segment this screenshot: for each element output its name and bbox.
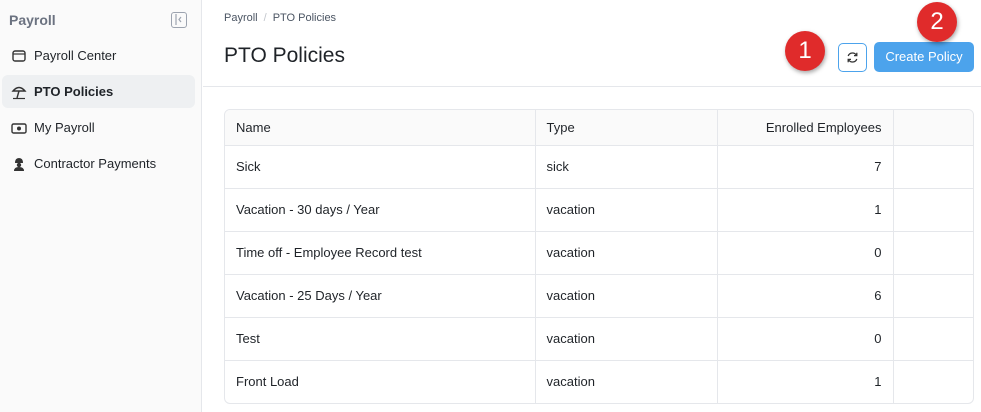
beach-umbrella-icon [11,84,27,100]
cell-enrolled: 1 [717,360,894,403]
sidebar-title: Payroll [9,12,56,28]
cell-enrolled: 1 [717,188,894,232]
cell-actions [893,188,973,232]
refresh-button[interactable] [838,43,867,72]
sidebar-item-label: PTO Policies [34,84,114,99]
breadcrumb-root[interactable]: Payroll [224,12,258,24]
money-icon [11,120,27,136]
callout-badge-1: 1 [785,31,825,71]
main-content: Payroll / PTO Policies PTO Policies Create… [203,0,981,412]
contractor-icon [11,156,27,172]
page-title: PTO Policies [224,44,345,67]
wallet-icon [11,48,27,64]
header-divider [203,86,981,87]
cell-enrolled: 6 [717,274,894,318]
callout-badge-2: 2 [917,2,957,42]
sidebar-item-pto-policies[interactable]: PTO Policies [2,75,195,108]
column-header-actions [893,110,973,146]
cell-name: Vacation - 30 days / Year [225,188,536,232]
cell-name: Time off - Employee Record test [225,231,536,275]
sidebar-item-my-payroll[interactable]: My Payroll [2,111,195,144]
cell-enrolled: 0 [717,231,894,275]
cell-type: vacation [535,317,718,361]
refresh-icon [847,52,858,63]
pto-policies-table: Name Type Enrolled Employees Sick sick 7… [224,109,974,404]
cell-type: vacation [535,188,718,232]
table-header-row: Name Type Enrolled Employees [225,110,973,146]
sidebar-item-label: My Payroll [34,120,95,135]
create-policy-button[interactable]: Create Policy [874,42,974,72]
breadcrumb: Payroll / PTO Policies [224,12,336,24]
collapse-sidebar-icon[interactable] [171,12,187,28]
cell-actions [893,145,973,189]
column-header-type[interactable]: Type [535,110,718,146]
cell-actions [893,231,973,275]
table-row[interactable]: Front Load vacation 1 [225,360,973,403]
column-header-name[interactable]: Name [225,110,536,146]
cell-name: Vacation - 25 Days / Year [225,274,536,318]
table-row[interactable]: Vacation - 25 Days / Year vacation 6 [225,274,973,318]
cell-actions [893,274,973,318]
table-row[interactable]: Sick sick 7 [225,145,973,189]
breadcrumb-current: PTO Policies [272,12,337,24]
sidebar-item-label: Payroll Center [34,48,117,63]
cell-type: sick [535,145,718,189]
sidebar-item-label: Contractor Payments [34,156,157,171]
cell-actions [893,317,973,361]
cell-enrolled: 7 [717,145,894,189]
cell-name: Sick [225,145,536,189]
cell-name: Test [225,317,536,361]
sidebar-item-contractor-payments[interactable]: Contractor Payments [2,147,195,180]
sidebar-item-payroll-center[interactable]: Payroll Center [2,39,195,72]
table-row[interactable]: Test vacation 0 [225,317,973,361]
column-header-enrolled-employees[interactable]: Enrolled Employees [717,110,894,146]
cell-type: vacation [535,231,718,275]
breadcrumb-separator: / [263,12,267,24]
cell-enrolled: 0 [717,317,894,361]
cell-actions [893,360,973,403]
table-row[interactable]: Vacation - 30 days / Year vacation 1 [225,188,973,232]
cell-name: Front Load [225,360,536,403]
cell-type: vacation [535,360,718,403]
table-row[interactable]: Time off - Employee Record test vacation… [225,231,973,275]
sidebar-header: Payroll [0,0,202,40]
sidebar: Payroll Payroll Center PTO Policies My P… [0,0,202,412]
cell-type: vacation [535,274,718,318]
